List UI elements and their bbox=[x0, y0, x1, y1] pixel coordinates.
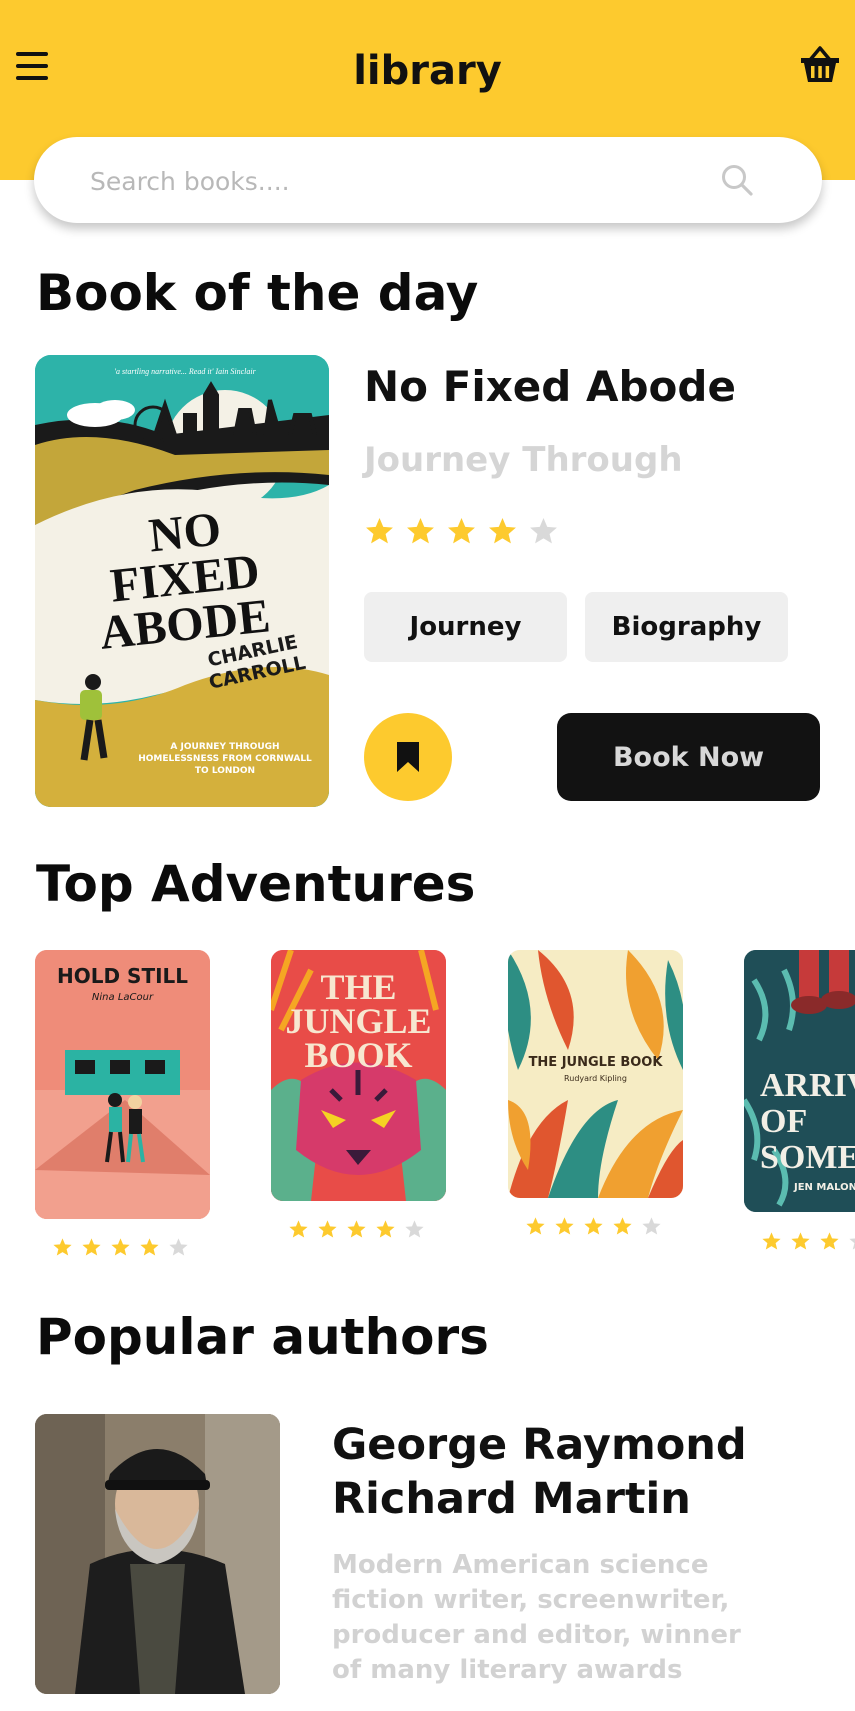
app-title: library bbox=[353, 48, 502, 94]
author-portrait bbox=[35, 1414, 280, 1694]
adventure-book-author: JEN MALON bbox=[794, 1182, 855, 1193]
tag-biography[interactable]: Biography bbox=[585, 592, 788, 662]
adventure-book-title: THE JUNGLE BOOK bbox=[528, 1055, 663, 1070]
section-title-book-of-the-day: Book of the day bbox=[36, 264, 479, 322]
star-filled-icon bbox=[289, 1220, 308, 1238]
adventure-book-card[interactable]: THE JUNGLE BOOK bbox=[271, 950, 446, 1201]
bookmark-button[interactable] bbox=[364, 713, 452, 801]
search-input[interactable] bbox=[88, 137, 712, 225]
section-title-popular-authors: Popular authors bbox=[36, 1308, 489, 1366]
star-empty-icon bbox=[849, 1238, 855, 1250]
star-filled-icon bbox=[407, 517, 434, 544]
adventure-book-author: Nina LaCour bbox=[91, 992, 154, 1003]
book-now-button[interactable]: Book Now bbox=[557, 713, 820, 801]
search-bar[interactable] bbox=[34, 137, 822, 225]
star-filled-icon bbox=[318, 1220, 337, 1238]
star-filled-icon bbox=[526, 1217, 545, 1235]
book-title[interactable]: No Fixed Abode bbox=[364, 362, 736, 411]
adventure-book-title: ARRIV OF SOME bbox=[760, 1068, 855, 1176]
star-filled-icon bbox=[613, 1217, 632, 1235]
search-icon[interactable] bbox=[720, 163, 754, 197]
star-filled-icon bbox=[762, 1232, 781, 1250]
star-filled-icon bbox=[140, 1238, 159, 1256]
adventure-book-card[interactable]: HOLD STILL Nina LaCour bbox=[35, 950, 210, 1219]
star-filled-icon bbox=[448, 517, 475, 544]
tag-journey[interactable]: Journey bbox=[364, 592, 567, 662]
adventure-book-card[interactable]: THE JUNGLE BOOK Rudyard Kipling bbox=[508, 950, 683, 1198]
star-empty-icon bbox=[405, 1220, 424, 1238]
star-filled-icon bbox=[584, 1217, 603, 1235]
cover-quote: 'a startling narrative... Read it' Iain … bbox=[114, 367, 256, 376]
author-bio: Modern American science fiction writer, … bbox=[332, 1550, 741, 1685]
star-filled-icon bbox=[376, 1220, 395, 1238]
author-photo[interactable] bbox=[35, 1414, 280, 1694]
star-filled-icon bbox=[555, 1217, 574, 1235]
book-of-the-day-cover[interactable]: 'a startling narrative... Read it' Iain … bbox=[35, 355, 329, 807]
adventure-book-rating bbox=[52, 1237, 197, 1258]
adventure-book-title: HOLD STILL bbox=[56, 964, 189, 988]
star-filled-icon bbox=[53, 1238, 72, 1256]
star-filled-icon bbox=[111, 1238, 130, 1256]
star-empty-icon bbox=[642, 1217, 661, 1235]
cover-title: NO FIXED ABODE bbox=[97, 502, 273, 660]
adventure-book-rating bbox=[761, 1231, 855, 1252]
star-filled-icon bbox=[82, 1238, 101, 1256]
basket-icon[interactable] bbox=[800, 44, 840, 86]
bookmark-icon bbox=[397, 742, 419, 772]
book-rating bbox=[364, 516, 569, 547]
star-filled-icon bbox=[489, 517, 516, 544]
adventure-book-card[interactable]: ARRIV OF SOME JEN MALON bbox=[744, 950, 855, 1212]
adventure-book-title: THE JUNGLE BOOK bbox=[285, 967, 432, 1075]
book-subtitle: Journey Through bbox=[364, 440, 683, 480]
adventure-book-rating bbox=[288, 1219, 433, 1240]
author-name[interactable]: George Raymond Richard Martin bbox=[332, 1418, 812, 1526]
adventure-book-rating bbox=[525, 1216, 670, 1237]
star-filled-icon bbox=[366, 517, 393, 544]
cover-artwork bbox=[35, 950, 210, 1219]
cover-tagline: A JOURNEY THROUGH HOMELESSNESS FROM CORN… bbox=[138, 742, 312, 776]
star-filled-icon bbox=[820, 1232, 839, 1250]
adventure-book-author: Rudyard Kipling bbox=[564, 1074, 627, 1083]
section-title-top-adventures: Top Adventures bbox=[36, 855, 476, 913]
star-filled-icon bbox=[791, 1232, 810, 1250]
star-empty-icon bbox=[530, 517, 557, 544]
star-empty-icon bbox=[169, 1238, 188, 1256]
star-filled-icon bbox=[347, 1220, 366, 1238]
